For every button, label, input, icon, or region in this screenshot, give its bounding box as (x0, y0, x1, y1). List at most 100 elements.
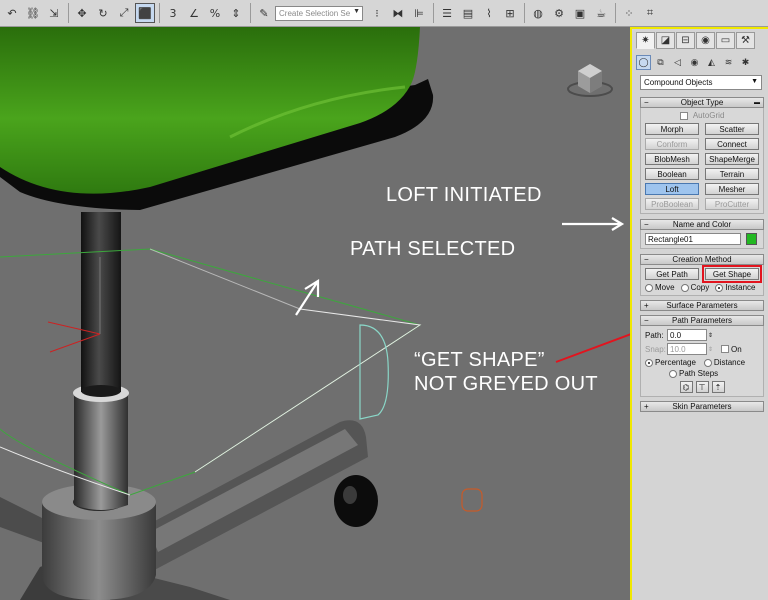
path-steps-radio[interactable] (669, 369, 677, 378)
command-panel: ✷ ◪ ⊟ ◉ ▭ ⚒ ◯ ⧉ ◁ ◉ ◭ ≋ ✱ Compound Objec… (632, 27, 768, 600)
move-radio[interactable] (645, 283, 653, 292)
collapse-icon: − (644, 220, 649, 229)
align-icon[interactable]: ⊫ (409, 3, 429, 23)
object-type-button-blobmesh[interactable]: BlobMesh (645, 153, 699, 165)
undo-icon[interactable]: ↶ (2, 3, 22, 23)
shapes-icon[interactable]: ⧉ (653, 55, 668, 70)
geometry-icon[interactable]: ◯ (636, 55, 651, 70)
annotation-loft-initiated: LOFT INITIATED (386, 184, 542, 206)
motion-tab-icon[interactable]: ◉ (696, 32, 715, 49)
layer-manager-icon[interactable]: ☰ (437, 3, 457, 23)
snap-spinner-icon[interactable]: ⇕ (708, 346, 713, 353)
render-production-icon[interactable]: ☕ (591, 3, 611, 23)
object-type-button-scatter[interactable]: Scatter (705, 123, 759, 135)
select-link-icon[interactable]: ⇲ (44, 3, 64, 23)
space-warps-icon[interactable]: ≋ (721, 55, 736, 70)
main-toolbar: ↶ ⛓ ⇲ ✥ ↻ ⤢ ⬛ 3 ∠ % ⇕ ✎ Create Selection… (0, 0, 768, 27)
pick-shape-icon[interactable]: ⌬ (679, 381, 693, 393)
object-type-button-proboolean[interactable]: ProBoolean (645, 198, 699, 210)
move-icon[interactable]: ✥ (72, 3, 92, 23)
name-and-color-header[interactable]: − Name and Color (640, 219, 764, 230)
snap-field[interactable]: 10.0 (667, 343, 707, 355)
percent-snap-icon[interactable]: % (205, 3, 225, 23)
hierarchy-tab-icon[interactable]: ⊟ (676, 32, 695, 49)
object-type-button-mesher[interactable]: Mesher (705, 183, 759, 195)
angle-snap-icon[interactable]: ∠ (184, 3, 204, 23)
category-dropdown-value: Compound Objects (644, 78, 713, 87)
object-type-button-loft[interactable]: Loft (645, 183, 699, 195)
snap-toggle-icon[interactable]: 3 (163, 3, 183, 23)
copy-radio[interactable] (680, 283, 689, 292)
perspective-viewport[interactable] (0, 27, 632, 600)
systems-icon[interactable]: ✱ (738, 55, 753, 70)
previous-shape-icon[interactable]: ⊤ (695, 381, 709, 393)
next-shape-icon[interactable]: ⇡ (711, 381, 725, 393)
object-type-button-shapemerge[interactable]: ShapeMerge (705, 153, 759, 165)
instance-radio[interactable] (715, 283, 724, 292)
object-type-button-conform[interactable]: Conform (645, 138, 699, 150)
object-type-button-procutter[interactable]: ProCutter (705, 198, 759, 210)
helpers-icon[interactable]: ◭ (704, 55, 719, 70)
material-editor-icon[interactable]: ◍ (528, 3, 548, 23)
object-type-header[interactable]: − Object Type ▬ (640, 97, 764, 108)
path-parameters-title: Path Parameters (671, 316, 733, 325)
get-shape-button[interactable]: Get Shape (702, 265, 762, 283)
edit-named-selection-icon[interactable]: ✎ (254, 3, 274, 23)
distance-radio[interactable] (703, 358, 712, 367)
skin-parameters-rollout: + Skin Parameters (640, 401, 764, 412)
object-type-button-morph[interactable]: Morph (645, 123, 699, 135)
object-type-button-connect[interactable]: Connect (705, 138, 759, 150)
command-panel-tabs: ✷ ◪ ⊟ ◉ ▭ ⚒ (632, 29, 768, 51)
autogrid-checkbox[interactable] (679, 111, 688, 120)
object-type-title: Object Type (680, 98, 724, 107)
snap-row: Snap: 10.0 ⇕ On (645, 343, 759, 355)
render-setup-icon[interactable]: ⚙ (549, 3, 569, 23)
spinner-snap-icon[interactable]: ⇕ (226, 3, 246, 23)
scale-icon[interactable]: ⤢ (114, 3, 134, 23)
instance-label: Instance (725, 283, 756, 292)
maximize-viewport-icon[interactable]: ⌗ (640, 3, 660, 23)
chevron-down-icon: ▼ (751, 78, 758, 85)
path-field[interactable]: 0.0 (667, 329, 707, 341)
category-dropdown[interactable]: Compound Objects ▼ (640, 75, 762, 90)
render-frame-icon[interactable]: ▣ (570, 3, 590, 23)
selection-set-dropdown[interactable]: Create Selection Se ▼ (275, 5, 363, 21)
lights-icon[interactable]: ◁ (670, 55, 685, 70)
distance-label: Distance (713, 358, 746, 367)
percentage-radio[interactable] (645, 358, 653, 367)
loft-profile-shape (359, 324, 389, 420)
link-icon[interactable]: ⛓ (23, 3, 43, 23)
collapse-icon: − (644, 98, 649, 107)
get-path-button[interactable]: Get Path (645, 268, 699, 280)
cameras-icon[interactable]: ◉ (687, 55, 702, 70)
creation-method-header[interactable]: − Creation Method (640, 254, 764, 265)
create-tab-icon[interactable]: ✷ (636, 32, 655, 49)
path-nav-buttons: ⌬ ⊤ ⇡ (645, 381, 759, 393)
snap-on-checkbox[interactable] (721, 345, 730, 353)
named-selection-sets-icon[interactable]: ⁝ (367, 3, 387, 23)
path-spinner-icon[interactable]: ⇕ (708, 332, 713, 339)
path-parameters-header[interactable]: − Path Parameters (640, 315, 764, 326)
schematic-view-icon[interactable]: ⊞ (500, 3, 520, 23)
expand-icon: + (644, 301, 649, 310)
snap-on-label: On (731, 344, 742, 354)
separator (68, 3, 69, 23)
mirror-icon[interactable]: ⧓ (388, 3, 408, 23)
display-tab-icon[interactable]: ▭ (716, 32, 735, 49)
curve-editor-icon[interactable]: ⌇ (479, 3, 499, 23)
surface-parameters-header[interactable]: + Surface Parameters (640, 300, 764, 311)
separator (524, 3, 525, 23)
rotate-icon[interactable]: ↻ (93, 3, 113, 23)
graphite-ribbon-icon[interactable]: ▤ (458, 3, 478, 23)
object-type-button-terrain[interactable]: Terrain (705, 168, 759, 180)
object-color-swatch[interactable] (746, 233, 757, 245)
object-type-button-boolean[interactable]: Boolean (645, 168, 699, 180)
expand-icon: + (644, 402, 649, 411)
move-label: Move (655, 283, 675, 292)
select-object-icon[interactable]: ⬛ (135, 3, 155, 23)
viewport-snap-icon[interactable]: ⁘ (619, 3, 639, 23)
skin-parameters-header[interactable]: + Skin Parameters (640, 401, 764, 412)
object-name-field[interactable]: Rectangle01 (645, 233, 741, 245)
modify-tab-icon[interactable]: ◪ (656, 32, 675, 49)
utilities-tab-icon[interactable]: ⚒ (736, 32, 755, 49)
